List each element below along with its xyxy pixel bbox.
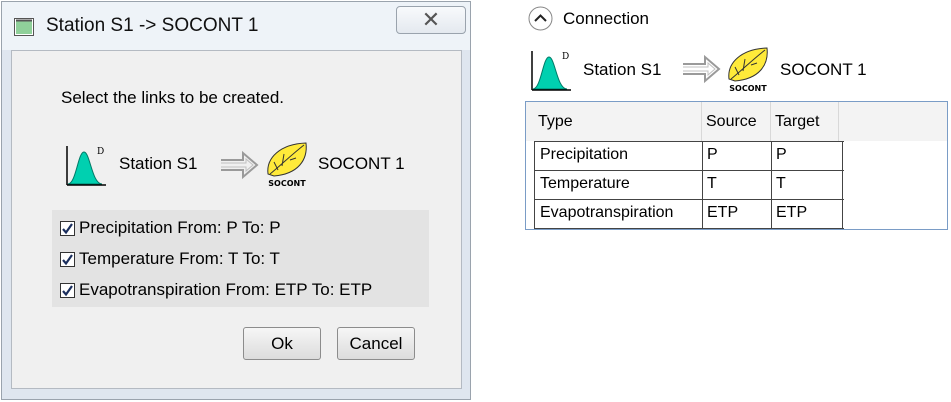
checkmark-icon	[62, 222, 73, 234]
source-station-label: Station S1	[119, 154, 198, 173]
cancel-button[interactable]: Cancel	[337, 327, 415, 360]
precipitation-link-text: Precipitation From: P To: P	[79, 218, 281, 237]
table-cell-target[interactable]: T	[772, 175, 842, 193]
table-cell-type[interactable]: Evapotranspiration	[536, 204, 702, 222]
socont-leaf-icon: SOCONT	[728, 47, 768, 93]
grid-divider	[534, 170, 844, 171]
connection-section-title: Connection	[563, 9, 650, 28]
connection-target-label: SOCONT 1	[780, 60, 867, 79]
table-cell-target[interactable]: P	[772, 146, 842, 164]
dialog-body: Select the links to be created. D Statio…	[11, 50, 462, 389]
close-button[interactable]: ✕	[396, 6, 466, 34]
grid-header: Type Source Target	[526, 102, 947, 141]
column-header-type[interactable]: Type	[534, 102, 702, 141]
svg-text:SOCONT: SOCONT	[729, 84, 767, 93]
precipitation-checkbox[interactable]	[60, 220, 75, 236]
close-icon: ✕	[421, 7, 441, 32]
evapotranspiration-checkbox[interactable]	[60, 282, 75, 298]
link-dialog: Station S1 -> SOCONT 1 ✕ Select the link…	[1, 1, 471, 400]
table-cell-source[interactable]: T	[703, 175, 771, 193]
checkmark-icon	[62, 253, 73, 265]
app-window-icon	[14, 18, 34, 36]
grid-divider	[842, 141, 843, 229]
double-arrow-icon	[221, 150, 259, 180]
column-header-target[interactable]: Target	[771, 102, 839, 141]
connection-source-label: Station S1	[583, 60, 662, 79]
link-checklist: Precipitation From: P To: P Temperature …	[52, 210, 429, 307]
connection-flow: D Station S1 SOCONT SOCONT 1	[529, 45, 889, 95]
link-option-precipitation[interactable]: Precipitation From: P To: P	[60, 215, 281, 241]
target-model-label: SOCONT 1	[318, 154, 405, 173]
svg-text:SOCONT: SOCONT	[268, 179, 306, 188]
checkmark-icon	[62, 284, 73, 296]
grid-divider	[534, 199, 844, 200]
station-hydrograph-icon: D	[66, 146, 106, 186]
double-arrow-icon	[683, 54, 721, 84]
station-hydrograph-icon: D	[531, 51, 571, 91]
link-option-evapotranspiration[interactable]: Evapotranspiration From: ETP To: ETP	[60, 277, 372, 303]
connection-grid: Type Source Target Precipitation P P Tem…	[525, 101, 948, 230]
grid-divider	[534, 228, 844, 229]
dialog-title: Station S1 -> SOCONT 1	[46, 15, 259, 36]
socont-leaf-icon: SOCONT	[267, 142, 307, 188]
table-cell-source[interactable]: ETP	[703, 204, 771, 222]
collapse-chevron-icon[interactable]	[528, 6, 553, 31]
grid-divider	[534, 141, 844, 142]
evapotranspiration-link-text: Evapotranspiration From: ETP To: ETP	[79, 280, 373, 299]
link-option-temperature[interactable]: Temperature From: T To: T	[60, 246, 280, 272]
svg-text:D: D	[562, 52, 569, 62]
grid-divider	[534, 141, 535, 229]
temperature-checkbox[interactable]	[60, 251, 75, 267]
dialog-titlebar[interactable]: Station S1 -> SOCONT 1 ✕	[2, 2, 470, 50]
table-cell-target[interactable]: ETP	[772, 204, 842, 222]
temperature-link-text: Temperature From: T To: T	[79, 249, 280, 268]
instruction-text: Select the links to be created.	[61, 88, 285, 107]
svg-text:D: D	[97, 147, 104, 157]
ok-button[interactable]: Ok	[243, 327, 321, 360]
table-cell-type[interactable]: Temperature	[536, 175, 702, 193]
table-cell-type[interactable]: Precipitation	[536, 146, 702, 164]
table-cell-source[interactable]: P	[703, 146, 771, 164]
link-flow: D Station S1 SOCONT SOCONT 1	[64, 140, 444, 190]
column-header-source[interactable]: Source	[702, 102, 771, 141]
